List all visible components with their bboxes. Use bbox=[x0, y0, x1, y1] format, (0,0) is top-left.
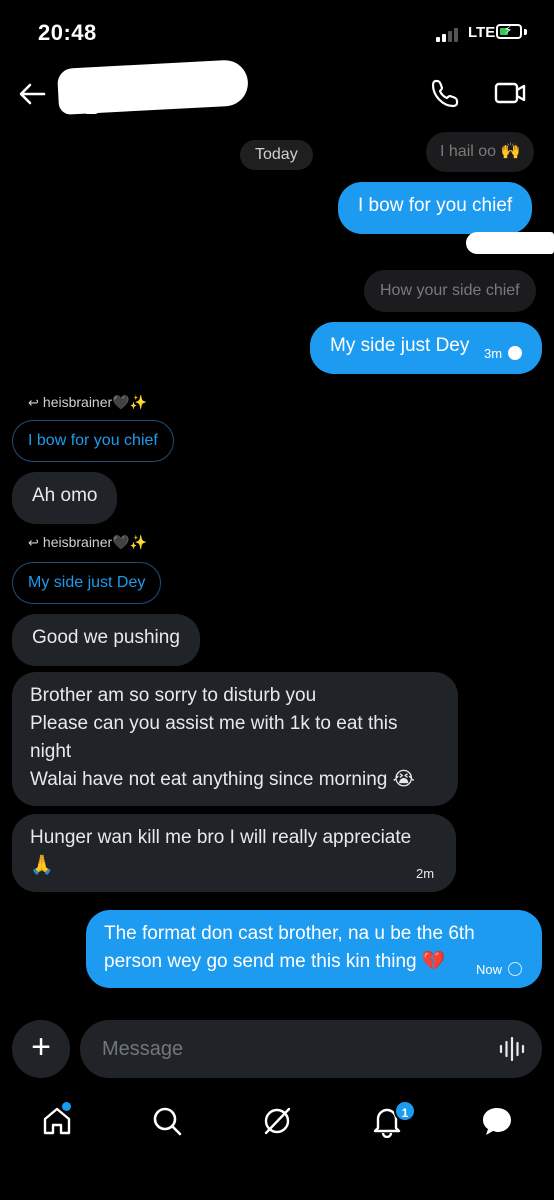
back-arrow-icon[interactable] bbox=[18, 82, 46, 106]
redacted-mark bbox=[82, 104, 100, 114]
voice-message-icon[interactable] bbox=[498, 1036, 526, 1062]
message-bubble-in[interactable]: Good we pushing bbox=[12, 614, 200, 666]
home-indicator-area bbox=[0, 1150, 554, 1200]
reply-user: heisbrainer🖤✨ bbox=[42, 534, 148, 550]
message-input[interactable] bbox=[80, 1020, 542, 1078]
message-bubble-in[interactable]: Brother am so sorry to disturb you Pleas… bbox=[12, 672, 458, 806]
message-line: Hunger wan kill me bro I will really app… bbox=[30, 827, 412, 848]
bottom-tab-bar: 1 bbox=[0, 1090, 554, 1150]
message-text: I hail oo 🙌 bbox=[440, 143, 521, 160]
message-text: Good we pushing bbox=[32, 627, 180, 648]
message-bubble-in[interactable]: Hunger wan kill me bro I will really app… bbox=[12, 814, 456, 892]
message-text: How your side chief bbox=[380, 282, 520, 299]
quoted-text: My side just Dey bbox=[28, 574, 146, 591]
reply-label: ↩ heisbrainer🖤✨ bbox=[28, 534, 147, 551]
message-bubble-in[interactable]: Ah omo bbox=[12, 472, 118, 524]
home-badge-dot bbox=[62, 1102, 71, 1111]
message-line: night bbox=[30, 741, 72, 762]
message-line: 🙏 bbox=[30, 855, 54, 876]
message-bubble-out[interactable]: The format don cast brother, na u be the… bbox=[86, 910, 542, 988]
signal-icon bbox=[436, 28, 462, 42]
message-line: Please can you assist me with 1k to eat … bbox=[30, 713, 398, 734]
grok-icon[interactable] bbox=[260, 1104, 294, 1138]
message-line: Walai have not eat anything since mornin… bbox=[30, 769, 415, 790]
reply-label: ↩ heisbrainer🖤✨ bbox=[28, 394, 147, 411]
quoted-text: I bow for you chief bbox=[28, 432, 158, 449]
message-bubble-out[interactable]: I bow for you chief bbox=[338, 182, 533, 234]
sent-check-icon bbox=[508, 962, 523, 976]
read-check-icon bbox=[508, 346, 523, 360]
quoted-message[interactable]: My side just Dey bbox=[12, 562, 162, 604]
status-bar: 20:48 LTE ⚡ bbox=[0, 0, 554, 64]
phone-icon[interactable] bbox=[428, 76, 464, 110]
battery-icon: ⚡ bbox=[496, 23, 522, 39]
messages-icon[interactable] bbox=[480, 1104, 514, 1138]
redacted-mark bbox=[466, 232, 554, 254]
message-time: Now bbox=[476, 962, 503, 977]
message-meta: 3m bbox=[484, 346, 523, 361]
message-text: I bow for you chief bbox=[358, 195, 513, 216]
day-separator: Today bbox=[240, 140, 313, 170]
chat-header bbox=[0, 59, 554, 124]
message-text: My side just Dey bbox=[330, 335, 470, 356]
message-line: Brother am so sorry to disturb you bbox=[30, 685, 317, 706]
status-time: 20:48 bbox=[38, 20, 97, 45]
message-time: 3m bbox=[484, 346, 503, 361]
message-bubble-in[interactable]: How your side chief bbox=[364, 270, 536, 312]
reply-arrow-icon: ↩ bbox=[28, 535, 39, 550]
battery-tip bbox=[524, 29, 527, 35]
message-time: 2m bbox=[416, 866, 435, 881]
message-composer: + bbox=[0, 1018, 554, 1082]
reply-user: heisbrainer🖤✨ bbox=[42, 394, 148, 410]
notifications-badge: 1 bbox=[394, 1100, 416, 1122]
message-line: The format don cast brother, na u be the… bbox=[104, 923, 475, 944]
message-list[interactable]: Today I hail oo 🙌 I bow for you chief Ho… bbox=[0, 124, 554, 1004]
message-meta: Now bbox=[476, 962, 523, 977]
reply-arrow-icon: ↩ bbox=[28, 395, 39, 410]
video-camera-icon[interactable] bbox=[492, 76, 528, 110]
message-bubble-in[interactable]: I hail oo 🙌 bbox=[426, 132, 535, 172]
add-attachment-button[interactable]: + bbox=[12, 1020, 70, 1078]
network-label: LTE bbox=[468, 24, 496, 41]
search-icon[interactable] bbox=[150, 1104, 184, 1138]
message-line: person wey go send me this kin thing 💔 bbox=[104, 951, 446, 972]
message-text: Ah omo bbox=[32, 485, 98, 506]
quoted-message[interactable]: I bow for you chief bbox=[12, 420, 174, 462]
